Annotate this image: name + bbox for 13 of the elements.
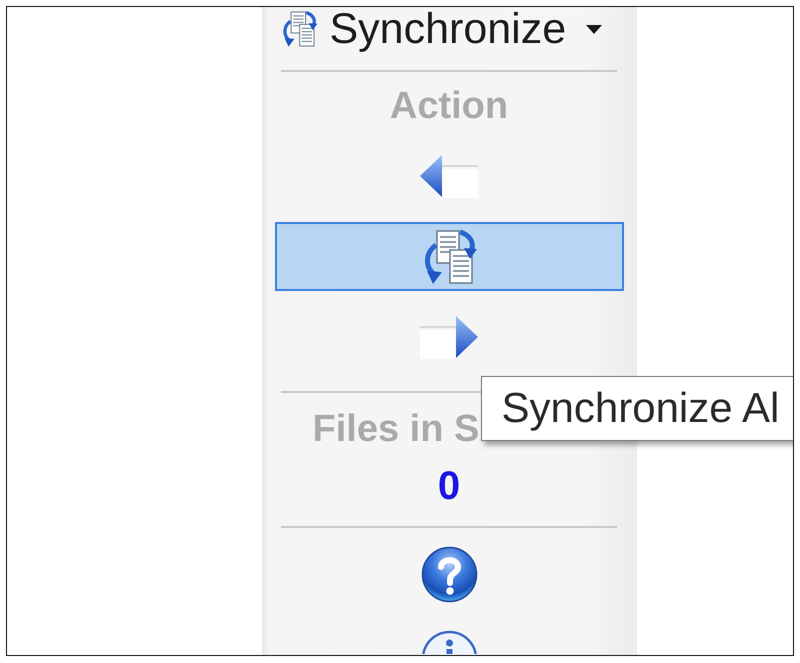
help-button[interactable] [420,546,478,603]
file-count: 0 [438,464,460,508]
tooltip: Synchronize Al [480,376,793,440]
help-icon [420,546,478,603]
info-icon [420,630,478,654]
section-heading: Files in S [312,407,480,451]
info-button[interactable] [420,630,478,654]
caret-icon [586,24,602,34]
right-arrow-icon [420,315,478,359]
synchronize-dropdown[interactable]: Synchronize [280,7,602,51]
section-heading: Action [390,84,508,128]
synchronize-button[interactable] [274,222,624,291]
left-arrow-icon [420,154,478,198]
